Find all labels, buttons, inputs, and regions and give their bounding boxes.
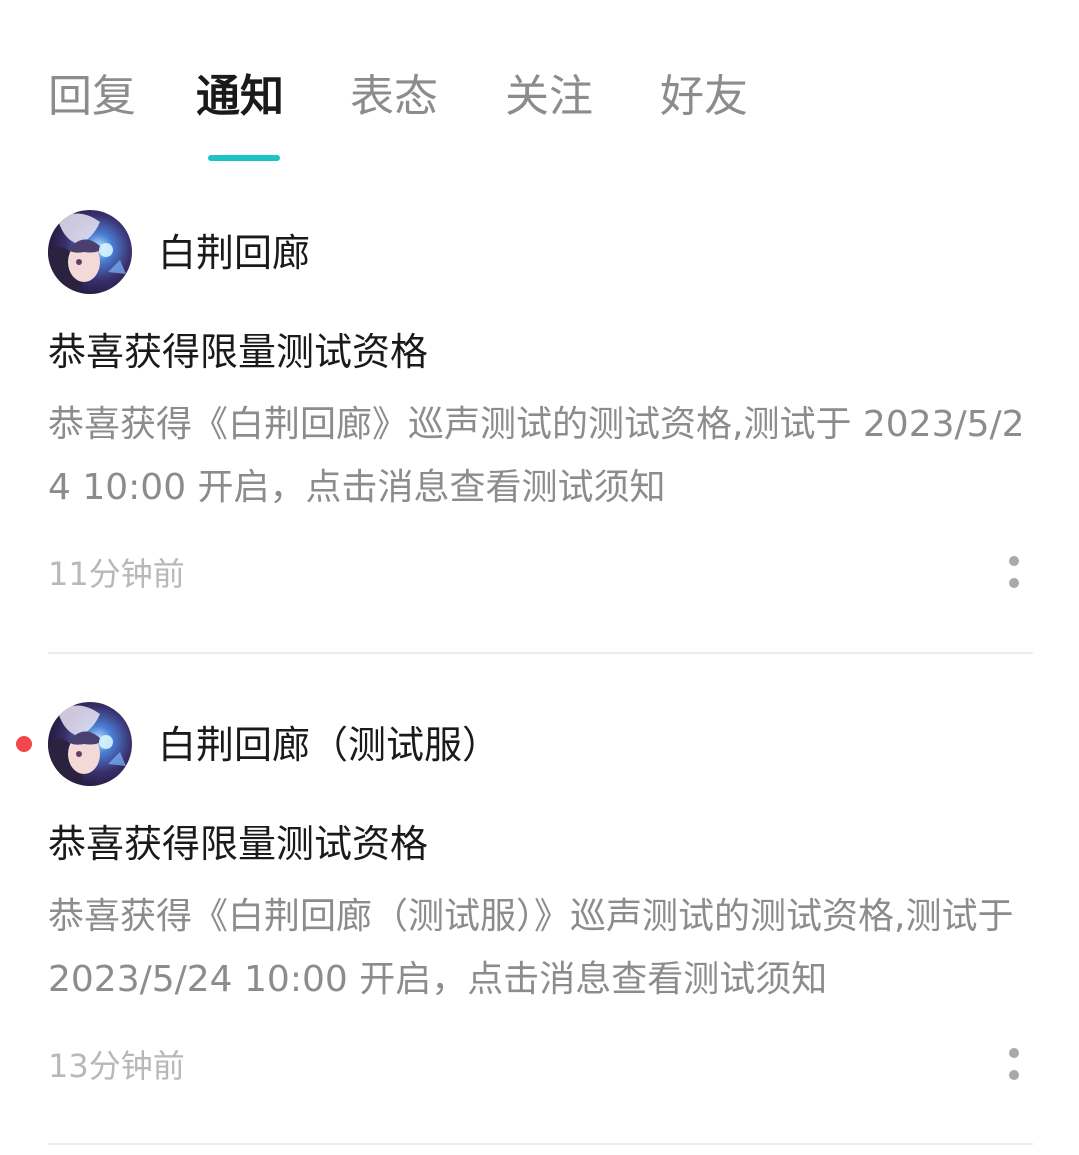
notification-body: 恭喜获得《白荆回廊》巡声测试的测试资格,测试于 2023/5/24 10:00 … (48, 404, 1025, 508)
notification-body: 恭喜获得《白荆回廊（测试服）》巡声测试的测试资格,测试于 2023/5/24 1… (48, 896, 1014, 1000)
timestamp: 13分钟前 (48, 1047, 185, 1085)
more-options-icon[interactable] (998, 1044, 1030, 1088)
unread-dot-icon (16, 736, 32, 752)
more-options-icon[interactable] (998, 552, 1030, 596)
avatar[interactable] (48, 702, 132, 786)
tab-reactions[interactable]: 表态 (350, 66, 438, 128)
divider (48, 652, 1033, 654)
active-tab-indicator (208, 155, 280, 161)
tab-friends[interactable]: 好友 (660, 66, 748, 128)
notification-title: 恭喜获得限量测试资格 (48, 330, 429, 374)
avatar[interactable] (48, 210, 132, 294)
tab-bar: 回复 通知 表态 关注 好友 (0, 0, 1079, 170)
sender-name: 白荆回廊 (158, 231, 311, 275)
tab-notifications[interactable]: 通知 (196, 66, 284, 128)
tab-replies[interactable]: 回复 (48, 66, 136, 128)
divider (48, 1143, 1033, 1145)
timestamp: 11分钟前 (48, 555, 185, 593)
sender-name: 白荆回廊（测试服） (158, 723, 501, 767)
tab-follows[interactable]: 关注 (505, 66, 593, 128)
notification-title: 恭喜获得限量测试资格 (48, 822, 429, 866)
